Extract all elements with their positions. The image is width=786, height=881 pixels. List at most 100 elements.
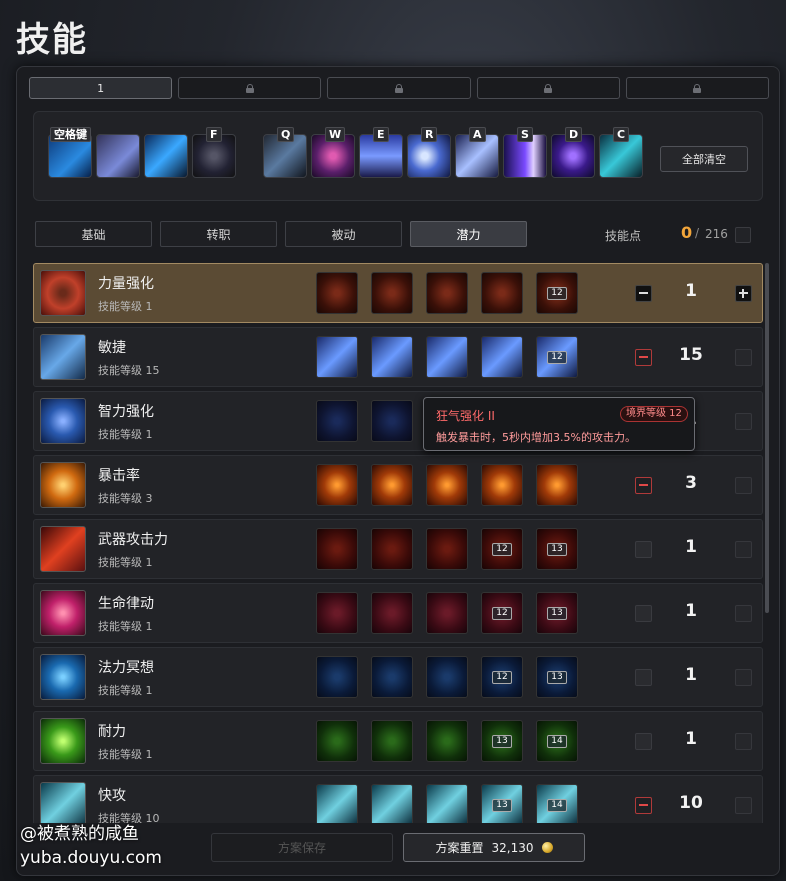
potential-node[interactable]: 14 [536, 784, 578, 823]
potential-node[interactable] [316, 656, 358, 698]
skill-row[interactable]: 暴击率 技能等级 3 3 [33, 455, 763, 515]
potential-node[interactable]: 12 [536, 272, 578, 314]
increase-button[interactable] [735, 605, 752, 622]
potential-node[interactable] [316, 720, 358, 762]
potential-node[interactable]: 13 [536, 528, 578, 570]
potential-node[interactable]: 12 [536, 336, 578, 378]
potential-node[interactable] [481, 272, 523, 314]
potential-node[interactable] [426, 528, 468, 570]
decrease-button[interactable] [635, 733, 652, 750]
clear-all-button[interactable]: 全部清空 [660, 146, 748, 172]
lock-icon [544, 83, 553, 93]
potential-node[interactable] [371, 400, 413, 442]
increase-button[interactable] [735, 797, 752, 814]
potential-node[interactable] [371, 336, 413, 378]
increase-button[interactable] [735, 733, 752, 750]
skill-hotbar: 全部清空 空格键 F Q W E R A S D C [33, 111, 763, 201]
decrease-button[interactable] [635, 477, 652, 494]
skill-row[interactable]: 生命律动 技能等级 1 12 13 1 [33, 583, 763, 643]
potential-node[interactable] [426, 656, 468, 698]
node-tier-badge: 12 [492, 607, 512, 620]
skill-row[interactable]: 耐力 技能等级 1 13 14 1 [33, 711, 763, 771]
potential-node[interactable] [426, 784, 468, 823]
potential-node[interactable]: 12 [481, 656, 523, 698]
decrease-button[interactable] [635, 797, 652, 814]
increase-button[interactable] [735, 413, 752, 430]
node-tier-badge: 12 [492, 543, 512, 556]
skill-level: 技能等级 1 [98, 620, 153, 633]
potential-node[interactable]: 13 [481, 720, 523, 762]
skill-row[interactable]: 法力冥想 技能等级 1 12 13 1 [33, 647, 763, 707]
hotkey-label: R [421, 127, 438, 142]
decrease-button[interactable] [635, 349, 652, 366]
skill-row[interactable]: 力量强化 技能等级 1 12 1 [33, 263, 763, 323]
potential-node[interactable] [316, 464, 358, 506]
potential-node[interactable] [316, 336, 358, 378]
skill-level: 技能等级 1 [98, 300, 153, 313]
loadout-tabs: 1 [29, 77, 770, 99]
potential-node[interactable]: 12 [481, 592, 523, 634]
skill-row[interactable]: 敏捷 技能等级 15 12 15 [33, 327, 763, 387]
skill-row[interactable]: 快攻 技能等级 10 13 14 10 [33, 775, 763, 823]
potential-node[interactable] [316, 784, 358, 823]
potential-node[interactable] [371, 592, 413, 634]
potential-node[interactable] [371, 464, 413, 506]
loadout-tab-1[interactable]: 1 [29, 77, 173, 99]
hotbar-slot-2[interactable] [96, 134, 140, 178]
skill-points-plus-button[interactable] [735, 227, 751, 243]
potential-node[interactable] [371, 528, 413, 570]
loadout-tab-4[interactable] [476, 77, 620, 99]
potential-node[interactable] [426, 464, 468, 506]
increase-button[interactable] [735, 541, 752, 558]
hotbar-slot-3[interactable] [144, 134, 188, 178]
tab-passive[interactable]: 被动 [285, 221, 402, 247]
hotkey-label: 空格键 [50, 127, 91, 142]
node-tier-badge: 12 [547, 287, 567, 300]
page-title: 技能 [16, 20, 88, 60]
potential-node[interactable] [371, 272, 413, 314]
potential-node[interactable]: 13 [536, 656, 578, 698]
hotkey-label: F [206, 127, 222, 142]
increase-button[interactable] [735, 477, 752, 494]
loadout-tab-2[interactable] [178, 77, 322, 99]
potential-node[interactable] [426, 272, 468, 314]
decrease-button[interactable] [635, 541, 652, 558]
potential-node[interactable]: 13 [481, 784, 523, 823]
increase-button[interactable] [735, 669, 752, 686]
skill-level: 技能等级 1 [98, 684, 153, 697]
tab-advancement[interactable]: 转职 [160, 221, 277, 247]
loadout-tab-3[interactable] [327, 77, 471, 99]
potential-node[interactable] [481, 336, 523, 378]
potential-node[interactable] [426, 720, 468, 762]
potential-node[interactable] [316, 400, 358, 442]
potential-node[interactable] [371, 656, 413, 698]
loadout-tab-5[interactable] [625, 77, 770, 99]
potential-node[interactable]: 14 [536, 720, 578, 762]
decrease-button[interactable] [635, 285, 652, 302]
skill-row[interactable]: 武器攻击力 技能等级 1 12 13 1 [33, 519, 763, 579]
tab-basic[interactable]: 基础 [35, 221, 152, 247]
increase-button[interactable] [735, 285, 752, 302]
potential-node[interactable] [426, 336, 468, 378]
tab-potential[interactable]: 潜力 [410, 221, 527, 247]
watermark-site: yuba.douyu.com [20, 848, 162, 868]
node-tier-badge: 12 [547, 351, 567, 364]
potential-node[interactable] [481, 464, 523, 506]
potential-node[interactable] [316, 528, 358, 570]
decrease-button[interactable] [635, 605, 652, 622]
save-plan-button[interactable]: 方案保存 [211, 833, 393, 862]
potential-node[interactable]: 12 [481, 528, 523, 570]
skill-level: 技能等级 1 [98, 556, 153, 569]
potential-node[interactable] [371, 720, 413, 762]
scrollbar[interactable] [765, 263, 769, 613]
increase-button[interactable] [735, 349, 752, 366]
potential-node[interactable] [316, 592, 358, 634]
skill-name: 智力强化 [98, 404, 154, 420]
potential-node[interactable]: 13 [536, 592, 578, 634]
potential-node[interactable] [536, 464, 578, 506]
decrease-button[interactable] [635, 669, 652, 686]
potential-node[interactable] [316, 272, 358, 314]
potential-node[interactable] [426, 592, 468, 634]
reset-plan-button[interactable]: 方案重置 32,130 [403, 833, 585, 862]
potential-node[interactable] [371, 784, 413, 823]
